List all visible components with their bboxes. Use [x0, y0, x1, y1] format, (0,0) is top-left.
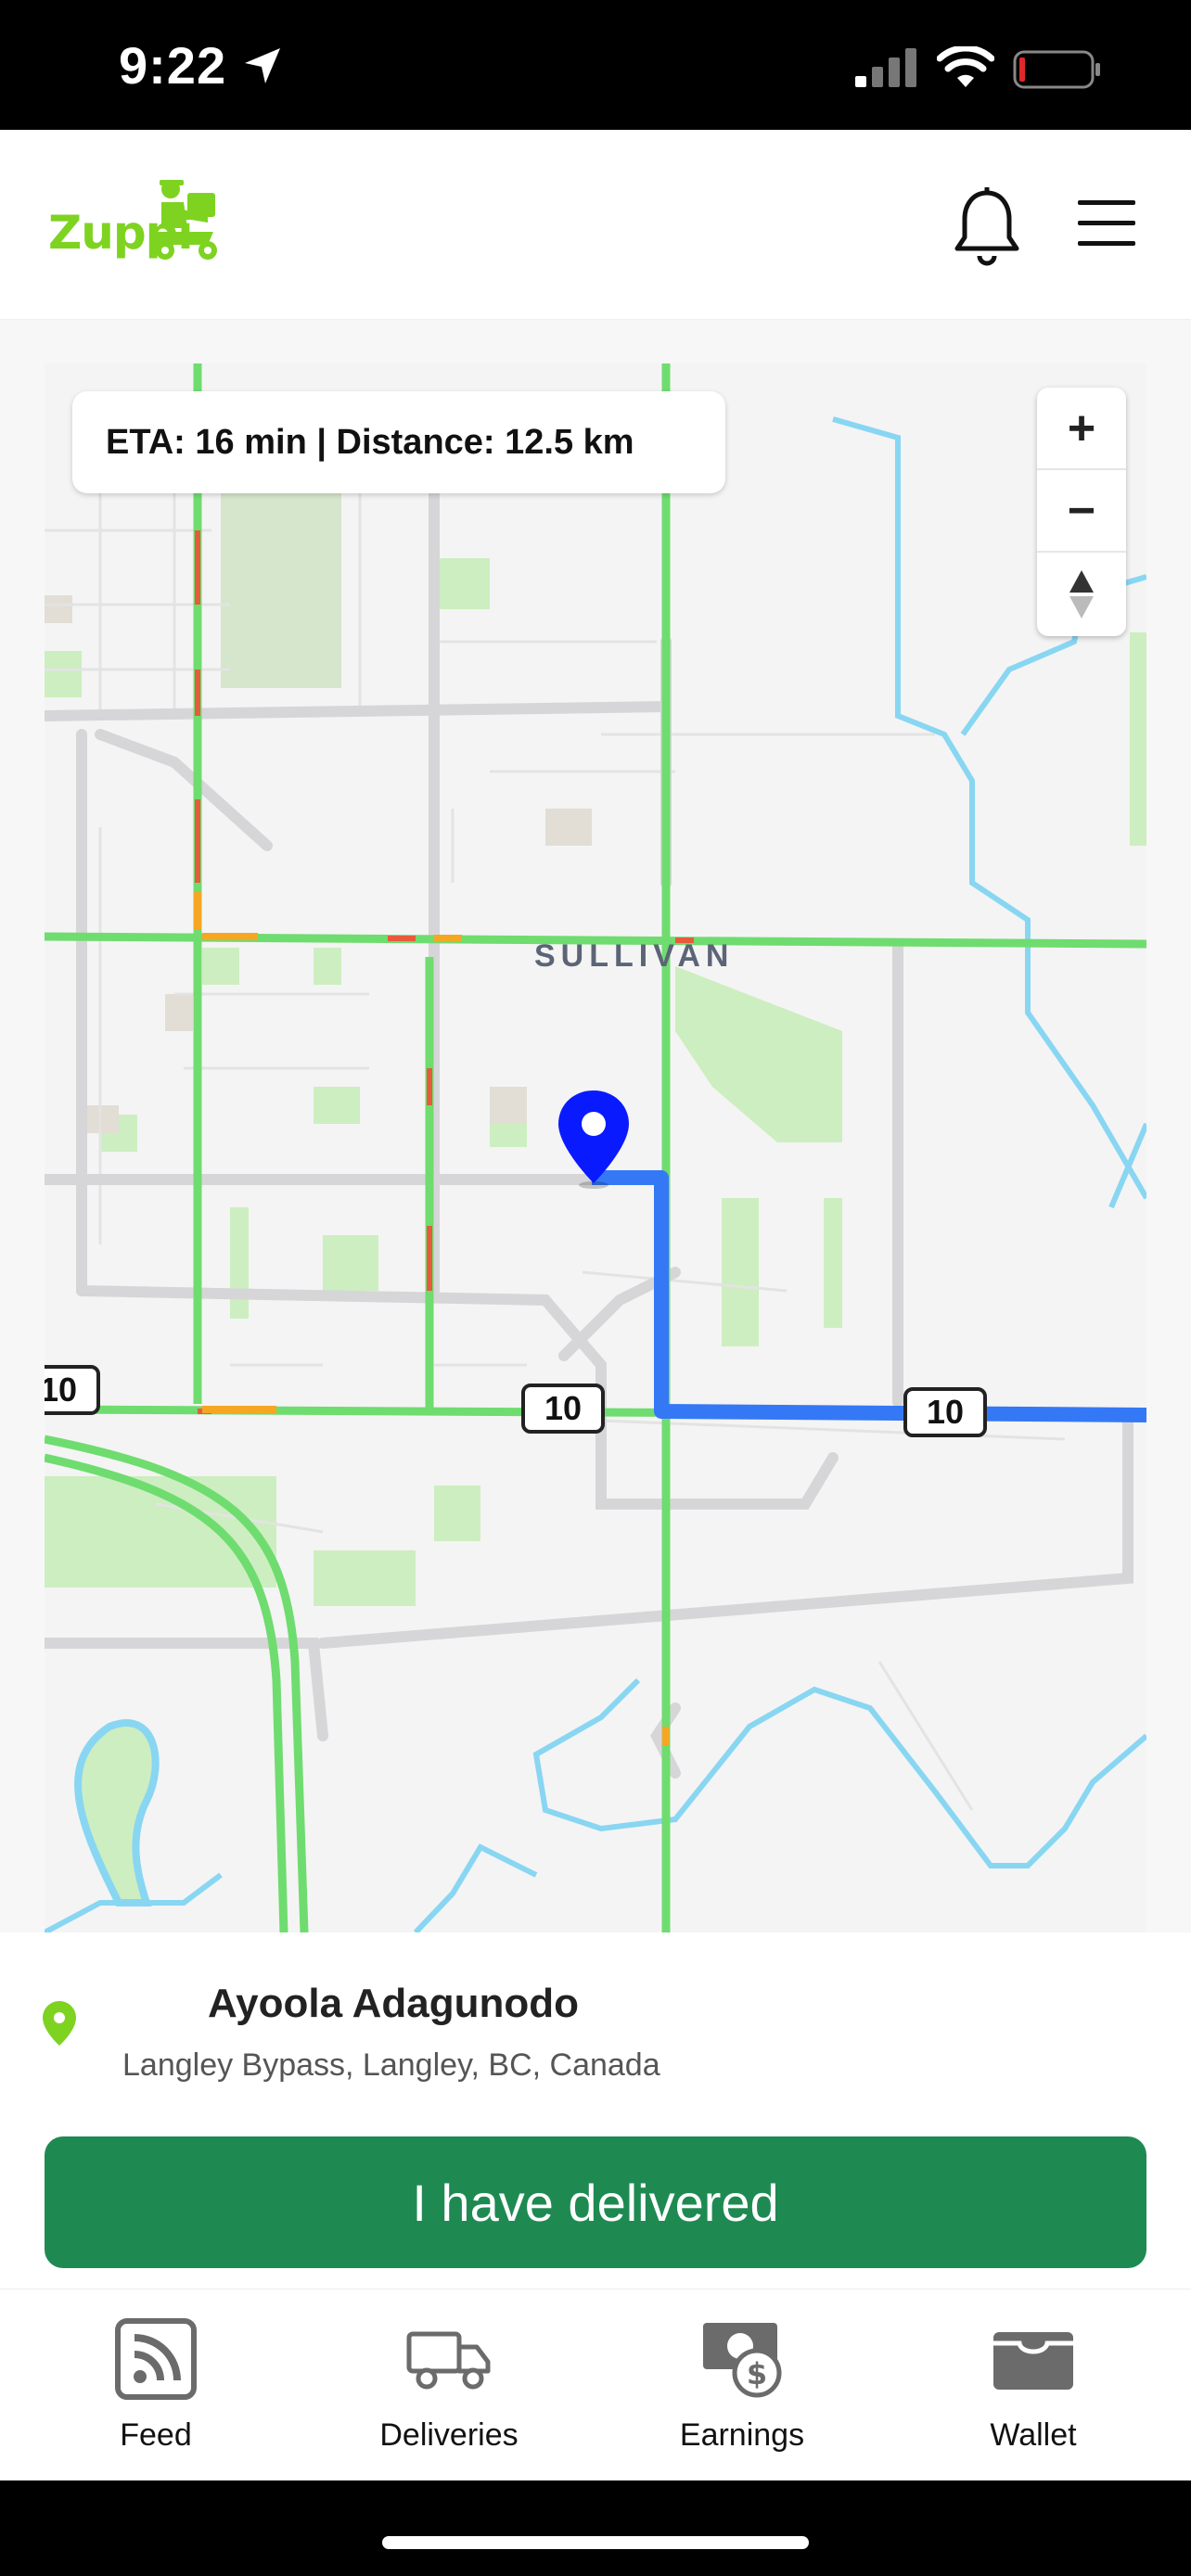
route-map[interactable]: ETA: 16 min | Distance: 12.5 km + − SULL…	[45, 363, 1146, 1932]
scooter-rider-icon	[152, 180, 217, 260]
location-arrow-icon	[245, 48, 280, 83]
compass-icon	[1069, 569, 1094, 618]
money-icon: $	[699, 2315, 785, 2403]
map-location-pin-icon[interactable]	[555, 1087, 633, 1191]
app-header: Zuppi	[0, 130, 1191, 320]
wifi-icon	[937, 46, 994, 87]
destination-pin-icon	[43, 2001, 76, 2046]
delivered-button-area: I have delivered	[0, 2136, 1191, 2289]
battery-low-icon	[1013, 50, 1100, 89]
tab-wallet[interactable]: Wallet	[922, 2315, 1145, 2464]
tab-deliveries-label: Deliveries	[379, 2417, 519, 2453]
bell-icon[interactable]	[952, 185, 1022, 269]
tab-feed[interactable]: Feed	[45, 2315, 267, 2464]
map-area-label: SULLIVAN	[534, 938, 735, 974]
truck-icon	[406, 2315, 492, 2403]
wallet-icon	[992, 2315, 1075, 2403]
bottom-tab-bar: Feed Deliveries $ Earnings Wallet	[0, 2289, 1191, 2480]
map-zoom-controls: + −	[1037, 388, 1126, 636]
tab-wallet-label: Wallet	[990, 2417, 1077, 2453]
eta-distance-text: ETA: 16 min | Distance: 12.5 km	[106, 422, 634, 462]
tab-deliveries[interactable]: Deliveries	[338, 2315, 560, 2464]
rss-feed-icon	[114, 2315, 198, 2403]
tab-earnings[interactable]: $ Earnings	[631, 2315, 853, 2464]
status-time: 9:22	[119, 36, 227, 95]
highway-shield: 10	[45, 1365, 100, 1415]
i-have-delivered-button[interactable]: I have delivered	[45, 2136, 1146, 2268]
eta-distance-card: ETA: 16 min | Distance: 12.5 km	[72, 391, 725, 493]
home-indicator-area	[0, 2480, 1191, 2576]
highway-shield: 10	[903, 1387, 987, 1437]
tab-earnings-label: Earnings	[679, 2417, 805, 2453]
svg-text:$: $	[747, 2356, 767, 2391]
cellular-signal-icon	[855, 48, 916, 87]
highway-shield: 10	[521, 1384, 605, 1434]
compass-button[interactable]	[1037, 553, 1126, 635]
zoom-out-button[interactable]: −	[1037, 470, 1126, 553]
delivery-info-panel: Ayoola Adagunodo Langley Bypass, Langley…	[0, 1932, 1191, 2136]
delivery-address: Langley Bypass, Langley, BC, Canada	[122, 2047, 660, 2083]
zuppi-logo[interactable]: Zuppi	[48, 174, 224, 276]
hamburger-menu-icon[interactable]	[1074, 197, 1139, 250]
zoom-in-button[interactable]: +	[1037, 388, 1126, 470]
tab-feed-label: Feed	[120, 2417, 192, 2453]
status-bar: 9:22	[0, 0, 1191, 130]
recipient-name: Ayoola Adagunodo	[208, 1981, 580, 2026]
home-indicator[interactable]	[382, 2536, 809, 2549]
